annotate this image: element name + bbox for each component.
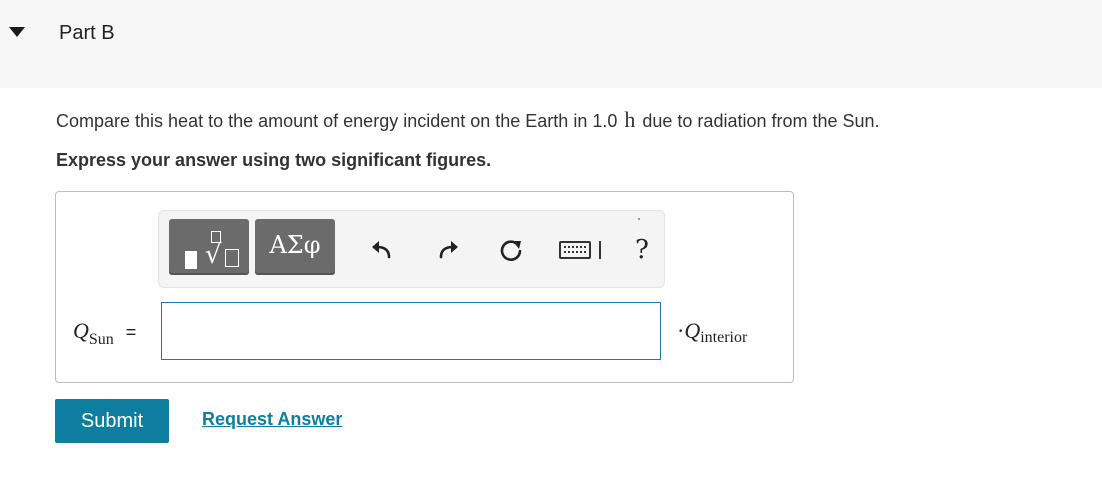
caret-down-icon[interactable] — [9, 27, 25, 37]
lhs-symbol: Q — [73, 318, 89, 343]
keyboard-cursor-icon — [599, 241, 601, 259]
reset-button[interactable] — [494, 233, 528, 267]
rhs-subscript: interior — [700, 329, 748, 346]
keyboard-button[interactable] — [555, 233, 605, 267]
toolbar-dot — [638, 218, 640, 220]
templates-button[interactable]: √ — [169, 219, 249, 275]
greek-label: ΑΣφ — [269, 231, 321, 259]
answer-rhs-label: ·Qinterior — [677, 318, 748, 346]
math-toolbar: √ ΑΣφ ? — [158, 210, 665, 288]
redo-button[interactable] — [431, 233, 465, 267]
equals-sign: = — [125, 322, 137, 342]
question-text-before: Compare this heat to the amount of energ… — [56, 111, 618, 131]
keyboard-icon — [559, 241, 591, 259]
submit-button[interactable]: Submit — [55, 399, 169, 443]
part-header[interactable]: Part B — [0, 0, 1102, 88]
greek-symbols-button[interactable]: ΑΣφ — [255, 219, 335, 275]
part-title: Part B — [59, 22, 115, 44]
question-text-after: due to radiation from the Sun. — [642, 111, 880, 131]
answer-lhs-label: QSun = — [73, 318, 137, 348]
answer-instruction: Express your answer using two significan… — [56, 150, 492, 170]
question-text: Compare this heat to the amount of energ… — [56, 107, 880, 133]
undo-icon — [372, 241, 391, 259]
help-button[interactable]: ? — [625, 233, 659, 267]
redo-icon — [439, 241, 458, 259]
answer-input[interactable] — [161, 302, 661, 360]
reset-icon — [500, 240, 522, 261]
undo-button[interactable] — [365, 233, 399, 267]
lhs-subscript: Sun — [88, 331, 114, 348]
rhs-symbol: Q — [684, 318, 701, 343]
request-answer-link[interactable]: Request Answer — [202, 409, 342, 430]
question-unit: h — [624, 107, 636, 132]
